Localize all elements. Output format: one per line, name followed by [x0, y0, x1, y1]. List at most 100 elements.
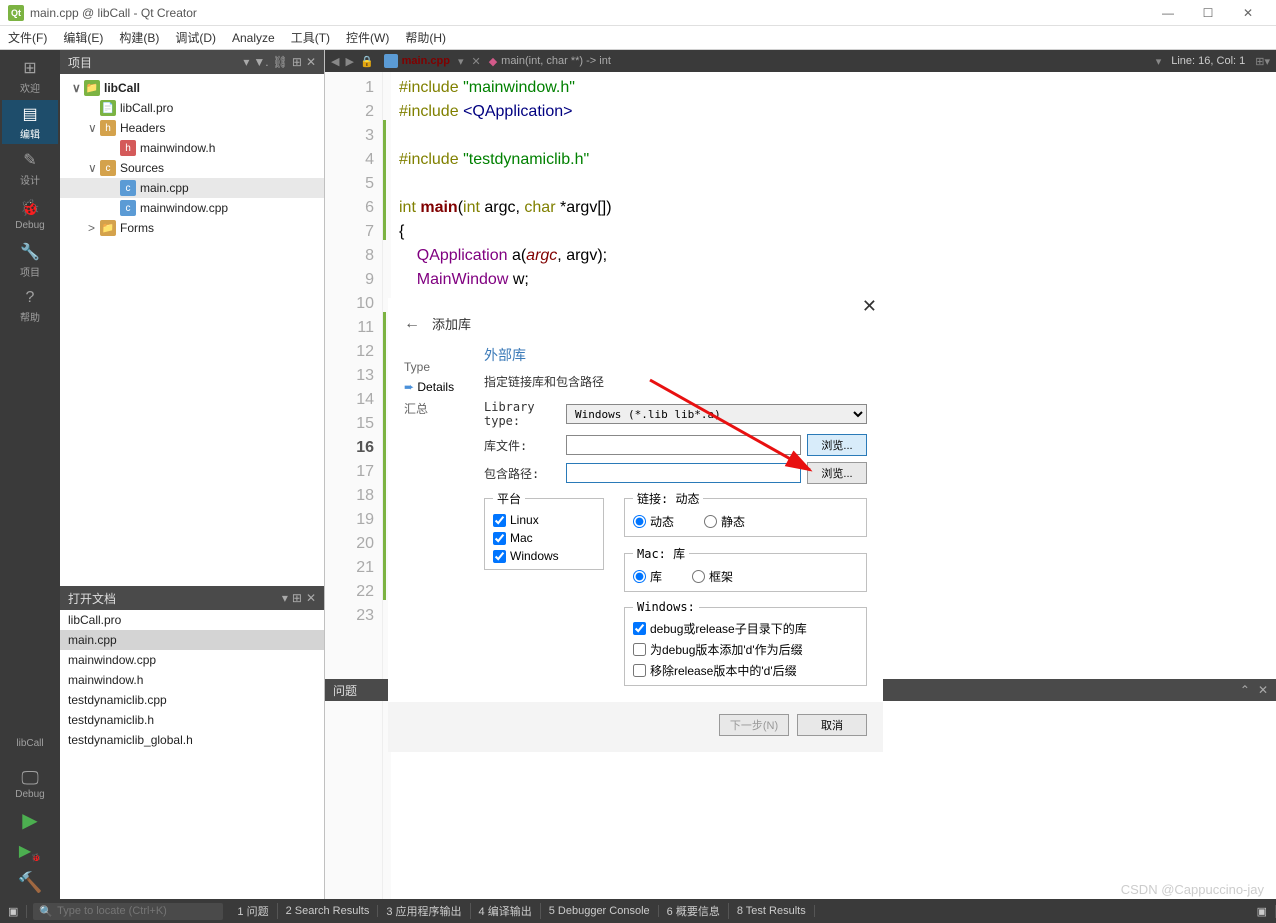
close-icon[interactable]: ✕	[1258, 683, 1268, 697]
window-title: main.cpp @ libCall - Qt Creator	[30, 6, 1148, 20]
tree-item[interactable]: ∨hHeaders	[60, 118, 324, 138]
minimize-button[interactable]: —	[1148, 0, 1188, 26]
progress-icon[interactable]: ▣	[1249, 905, 1276, 918]
menu-debug[interactable]: 调试(D)	[175, 29, 216, 46]
menu-file[interactable]: 文件(F)	[8, 29, 47, 46]
run-button[interactable]: ▶	[18, 804, 41, 837]
back-arrow-icon[interactable]: ←	[404, 315, 420, 333]
back-icon[interactable]: ◀	[331, 55, 339, 68]
platform-fieldset: 平台 Linux Mac Windows	[484, 490, 604, 570]
locator-input[interactable]	[57, 905, 217, 917]
winopt1-checkbox[interactable]	[633, 622, 646, 635]
open-documents-list[interactable]: libCall.promain.cppmainwindow.cppmainwin…	[60, 610, 324, 899]
tree-item[interactable]: 📄libCall.pro	[60, 98, 324, 118]
tree-item[interactable]: >📁Forms	[60, 218, 324, 238]
close-panel-icon[interactable]: ✕	[306, 55, 316, 69]
debug-label: Debug	[15, 220, 44, 231]
file-dropdown-icon[interactable]: ▾	[458, 55, 464, 68]
pencil-icon: ✎	[23, 150, 36, 170]
close-panel-icon[interactable]: ✕	[306, 591, 316, 605]
file-name[interactable]: main.cpp	[402, 55, 450, 67]
grid-icon: ⊞	[23, 58, 36, 78]
lock-icon[interactable]: 🔒	[360, 55, 374, 68]
project-tree[interactable]: ∨📁libCall📄libCall.pro∨hHeadershmainwindo…	[60, 74, 324, 586]
split-icon[interactable]: ⊞	[292, 55, 302, 69]
open-doc-item[interactable]: main.cpp	[60, 630, 324, 650]
build-button[interactable]: 🔨	[14, 866, 47, 899]
forward-icon[interactable]: ▶	[345, 55, 353, 68]
dropdown-icon[interactable]: ▾	[243, 55, 249, 69]
annotation-arrow	[640, 370, 840, 490]
watermark: CSDN @Cappuccino-jay	[1121, 882, 1264, 897]
welcome-tab[interactable]: ⊞欢迎	[2, 54, 58, 98]
open-doc-item[interactable]: testdynamiclib.h	[60, 710, 324, 730]
status-tests[interactable]: 8 Test Results	[729, 905, 815, 917]
menu-widgets[interactable]: 控件(W)	[346, 29, 389, 46]
edit-tab[interactable]: ▤编辑	[2, 100, 58, 144]
open-doc-item[interactable]: mainwindow.cpp	[60, 650, 324, 670]
open-doc-item[interactable]: testdynamiclib_global.h	[60, 730, 324, 750]
design-label: 设计	[20, 172, 40, 187]
status-problems[interactable]: 1 问题	[229, 903, 277, 919]
tree-item[interactable]: ∨cSources	[60, 158, 324, 178]
statusbar: ▣ 🔍 1 问题 2 Search Results 3 应用程序输出 4 编译输…	[0, 899, 1276, 923]
next-button[interactable]: 下一步(N)	[719, 714, 789, 736]
maximize-button[interactable]: ☐	[1188, 0, 1228, 26]
kit-selector[interactable]: libCall	[2, 724, 58, 764]
menu-analyze[interactable]: Analyze	[232, 31, 275, 45]
open-doc-item[interactable]: libCall.pro	[60, 610, 324, 630]
symbol-dropdown-icon[interactable]: ▾	[1156, 55, 1162, 68]
link-icon[interactable]: ⛓	[273, 55, 288, 69]
menu-tools[interactable]: 工具(T)	[291, 29, 330, 46]
link-legend: 链接: 动态	[633, 490, 703, 507]
win-legend: Windows:	[633, 600, 699, 614]
status-summary[interactable]: 6 概要信息	[659, 903, 729, 919]
line-col[interactable]: Line: 16, Col: 1	[1171, 55, 1245, 67]
mac-checkbox[interactable]	[493, 532, 506, 545]
tree-item[interactable]: hmainwindow.h	[60, 138, 324, 158]
projects-label: 项目	[20, 264, 40, 279]
locator[interactable]: 🔍	[33, 903, 223, 920]
status-appout[interactable]: 3 应用程序输出	[378, 903, 470, 919]
dialog-footer: 下一步(N) 取消	[388, 702, 883, 752]
dropdown-icon[interactable]: ▾	[282, 591, 288, 605]
open-doc-item[interactable]: testdynamiclib.cpp	[60, 690, 324, 710]
app-icon: Qt	[8, 5, 24, 21]
symbol-signature[interactable]: main(int, char **) -> int	[501, 55, 1156, 67]
winopt3-checkbox[interactable]	[633, 664, 646, 677]
help-tab[interactable]: ?帮助	[2, 284, 58, 328]
split-icon[interactable]: ⊞	[292, 591, 302, 605]
tree-item[interactable]: ∨📁libCall	[60, 78, 324, 98]
menu-build[interactable]: 构建(B)	[119, 29, 159, 46]
projects-tab[interactable]: 🔧项目	[2, 238, 58, 282]
status-compile[interactable]: 4 编译输出	[471, 903, 541, 919]
incpath-label: 包含路径:	[484, 465, 566, 482]
windows-checkbox[interactable]	[493, 550, 506, 563]
cancel-button[interactable]: 取消	[797, 714, 867, 736]
maclib-radio[interactable]	[633, 570, 646, 583]
expand-icon[interactable]: ⌃	[1240, 683, 1250, 697]
win-fieldset: Windows: debug或release子目录下的库 为debug版本添加'…	[624, 600, 867, 686]
open-doc-item[interactable]: mainwindow.h	[60, 670, 324, 690]
status-debugger[interactable]: 5 Debugger Console	[541, 905, 659, 917]
close-sidebar-icon[interactable]: ▣	[0, 905, 27, 918]
kit-screen[interactable]: 🖵Debug	[2, 764, 58, 804]
dialog-title: 添加库	[432, 314, 471, 333]
run-debug-button[interactable]: ▶🐞	[15, 837, 45, 866]
split-editor-icon[interactable]: ⊞▾	[1255, 55, 1270, 68]
design-tab[interactable]: ✎ 设计	[2, 146, 58, 190]
menu-edit[interactable]: 编辑(E)	[63, 29, 103, 46]
static-radio[interactable]	[704, 515, 717, 528]
tree-item[interactable]: cmain.cpp	[60, 178, 324, 198]
status-search[interactable]: 2 Search Results	[278, 905, 379, 917]
macfw-radio[interactable]	[692, 570, 705, 583]
tree-item[interactable]: cmainwindow.cpp	[60, 198, 324, 218]
close-file-icon[interactable]: ✕	[471, 55, 480, 68]
dynamic-radio[interactable]	[633, 515, 646, 528]
filter-icon[interactable]: ▼.	[253, 55, 268, 69]
linux-checkbox[interactable]	[493, 514, 506, 527]
winopt2-checkbox[interactable]	[633, 643, 646, 656]
close-button[interactable]: ✕	[1228, 0, 1268, 26]
debug-tab[interactable]: 🐞Debug	[2, 192, 58, 236]
menu-help[interactable]: 帮助(H)	[405, 29, 446, 46]
